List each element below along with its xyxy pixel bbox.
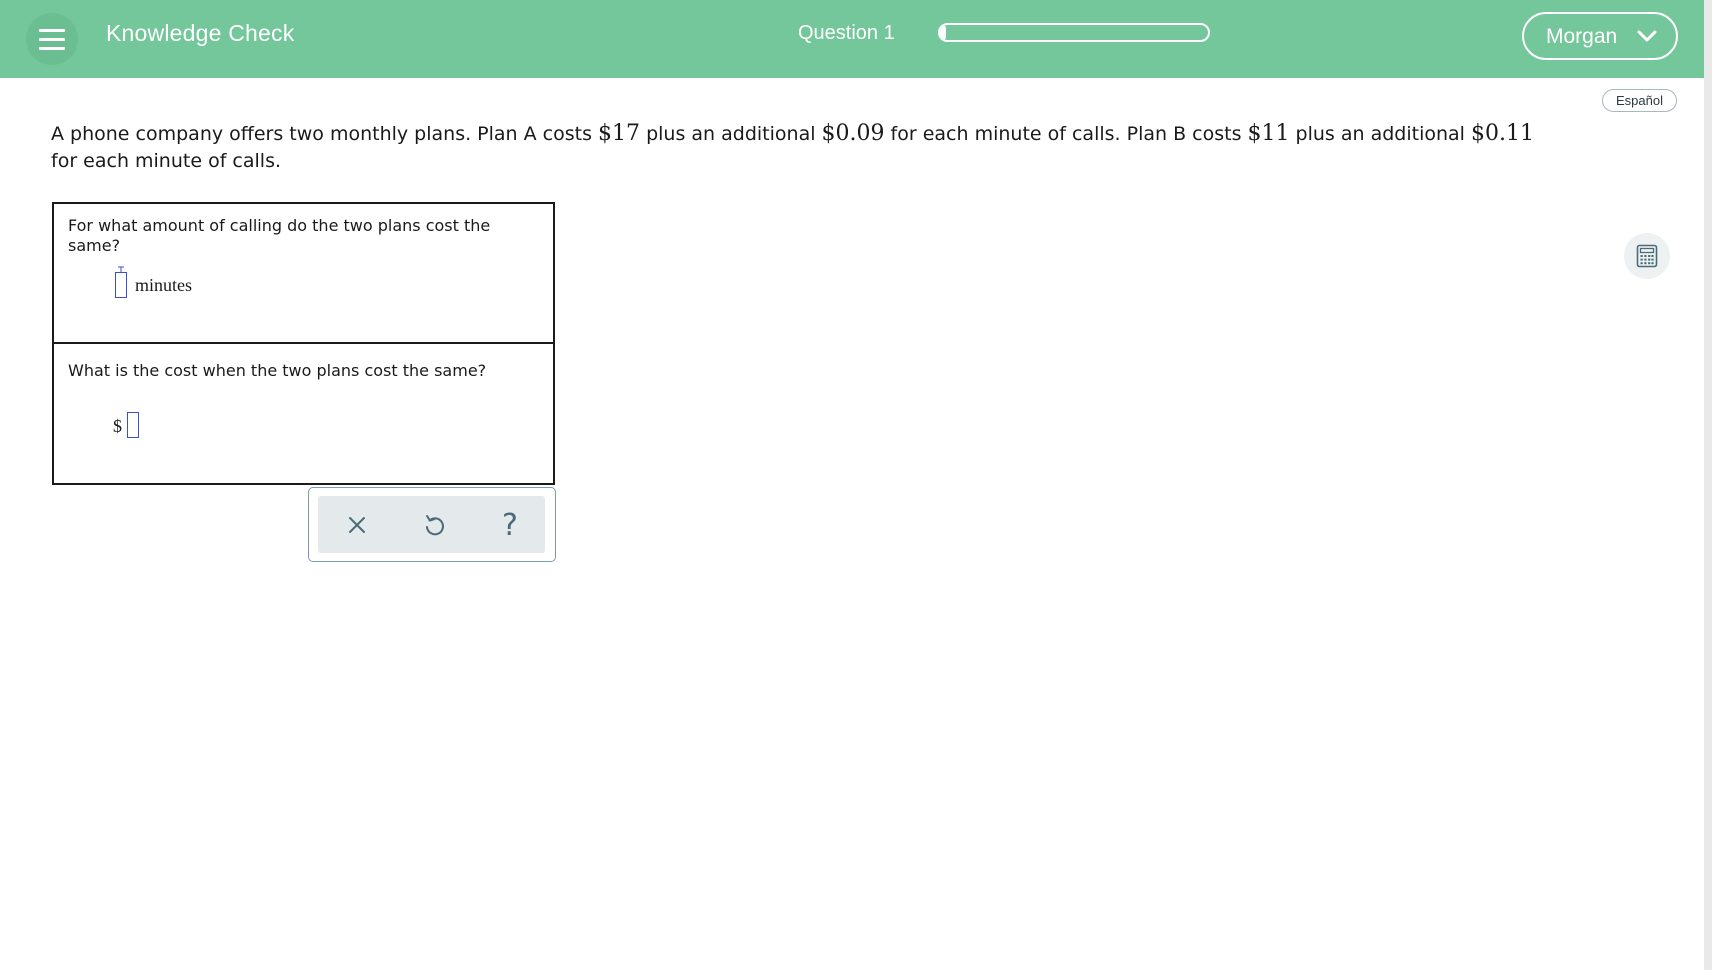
problem-text: for each minute of calls. Plan B costs [884,123,1248,145]
part-1-card: For what amount of calling do the two pl… [52,202,555,344]
chevron-down-icon [1637,30,1657,42]
dollar-prefix-label: $ [113,416,122,436]
plan-b-per-minute-cost: $0.11 [1471,121,1534,146]
plan-a-per-minute-cost: $0.09 [821,121,885,146]
menu-icon [39,28,65,32]
calculator-icon [1636,244,1658,268]
user-menu-button[interactable]: Morgan [1522,12,1678,60]
undo-button[interactable] [415,506,453,544]
part-1-question: For what amount of calling do the two pl… [68,216,491,255]
menu-icon [39,46,65,50]
plan-a-base-cost: $17 [598,121,641,146]
menu-icon [39,37,65,41]
part-2-card: What is the cost when the two plans cost… [52,342,555,485]
minutes-answer-input[interactable] [115,272,127,298]
progress-bar [938,23,1210,42]
answer-toolbar: ? [308,487,556,562]
progress-fill [940,25,946,40]
close-icon [349,517,365,533]
top-bar: Knowledge Check Question 1 Morgan [0,0,1704,78]
help-button[interactable]: ? [491,506,529,544]
app-title: Knowledge Check [106,20,295,46]
page-scrollbar-gutter [1704,0,1712,970]
problem-text: plus an additional [1289,123,1471,145]
user-name: Morgan [1546,25,1618,48]
plan-b-base-cost: $11 [1247,121,1290,146]
problem-text: A phone company offers two monthly plans… [51,123,599,145]
part-2-question: What is the cost when the two plans cost… [68,361,487,380]
problem-statement: A phone company offers two monthly plans… [51,120,1551,175]
problem-text: plus an additional [640,123,822,145]
clear-button[interactable] [338,506,376,544]
question-label: Question 1 [798,22,895,44]
cost-answer-input[interactable] [127,412,139,438]
minutes-unit-label: minutes [135,275,192,295]
undo-icon [426,515,444,536]
language-toggle-button[interactable]: Español [1602,89,1677,112]
menu-button[interactable] [26,13,78,65]
problem-text: for each minute of calls. [51,150,282,172]
calculator-button[interactable] [1624,233,1670,279]
answer-toolbar-inner: ? [318,496,545,553]
